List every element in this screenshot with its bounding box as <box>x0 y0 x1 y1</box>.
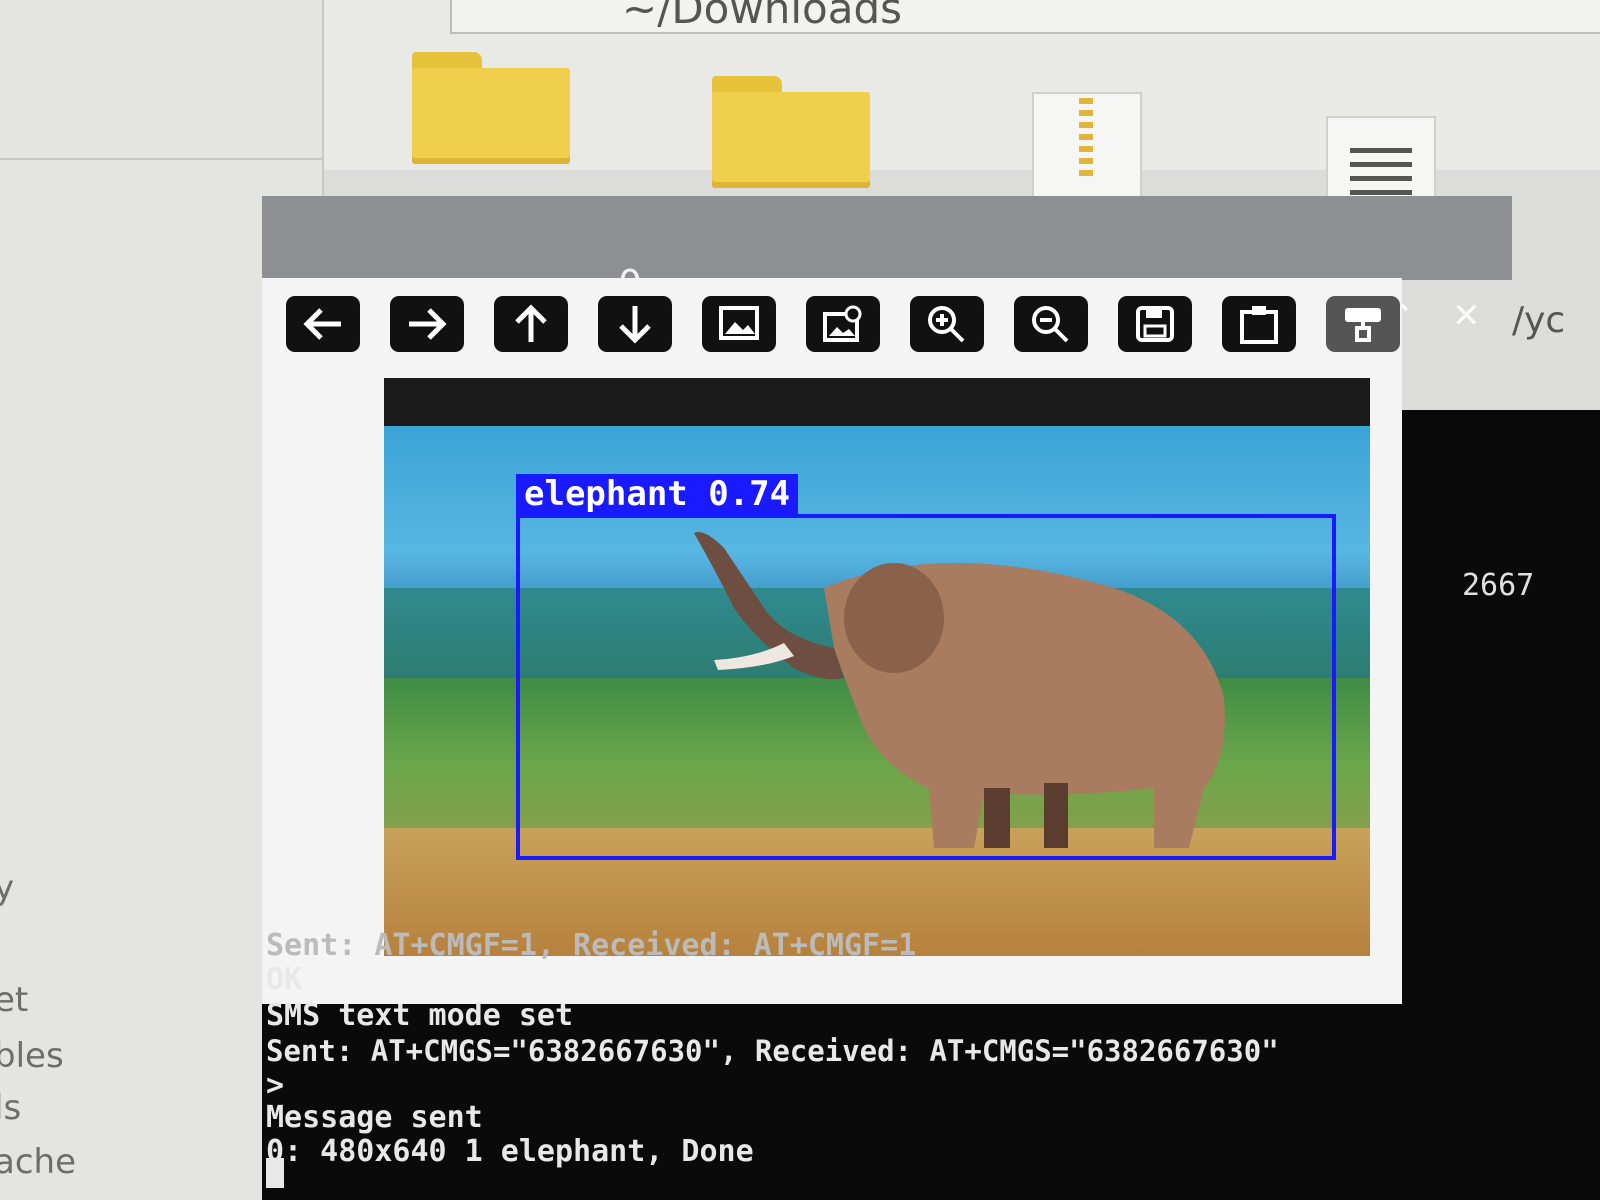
save-icon <box>1136 306 1174 342</box>
terminal-cursor <box>266 1158 284 1188</box>
image-properties-button[interactable] <box>806 296 880 352</box>
arrow-down-icon <box>619 306 651 344</box>
paint-button[interactable] <box>1326 296 1400 352</box>
image-person-icon <box>823 305 862 342</box>
back-button[interactable] <box>286 296 360 352</box>
path-bar[interactable]: ~/Downloads <box>450 0 1600 34</box>
zoom-out-icon <box>1032 306 1069 343</box>
paint-roller-icon <box>1345 308 1381 342</box>
path-fragment: /yc <box>1512 300 1566 341</box>
terminal-line: Message sent <box>266 1100 483 1135</box>
path-text: ~/Downloads <box>622 0 902 33</box>
zoom-in-icon <box>928 306 965 343</box>
zoom-in-button[interactable] <box>910 296 984 352</box>
sidebar-item[interactable]: bles <box>0 1036 64 1076</box>
arrow-right-icon <box>409 308 447 340</box>
detection-box <box>516 514 1336 860</box>
down-button[interactable] <box>598 296 672 352</box>
terminal-line: OK <box>266 962 303 997</box>
sidebar-divider <box>0 158 322 160</box>
sidebar-item[interactable]: et <box>0 980 28 1020</box>
terminal-line: Sent: AT+CMGF=1, Received: AT+CMGF=1 <box>266 928 917 963</box>
displayed-image: elephant 0.74 <box>384 378 1370 956</box>
terminal-line: SMS text mode set <box>266 998 574 1033</box>
clipboard-icon <box>1240 306 1278 344</box>
viewer-titlebar[interactable] <box>262 196 1512 280</box>
sidebar-item[interactable]: y <box>0 868 14 908</box>
up-button[interactable] <box>494 296 568 352</box>
terminal-panel <box>1402 410 1600 950</box>
close-icon[interactable]: ✕ <box>1452 296 1481 336</box>
terminal-line: > <box>266 1068 285 1103</box>
folder-icon[interactable] <box>712 76 870 188</box>
clipboard-button[interactable] <box>1222 296 1296 352</box>
arrow-left-icon <box>303 308 341 340</box>
arrow-up-icon <box>515 304 547 342</box>
terminal-fragment: 2667 <box>1462 568 1535 603</box>
save-button[interactable] <box>1118 296 1192 352</box>
zoom-out-button[interactable] <box>1014 296 1088 352</box>
folder-icon[interactable] <box>412 52 570 164</box>
forward-button[interactable] <box>390 296 464 352</box>
terminal-line: Sent: AT+CMGS="6382667630", Received: AT… <box>266 1034 1279 1068</box>
terminal-line: 0: 480x640 1 elephant, Done <box>266 1134 754 1169</box>
image-icon <box>719 306 759 340</box>
image-button[interactable] <box>702 296 776 352</box>
detection-label: elephant 0.74 <box>516 474 799 514</box>
sidebar-item[interactable]: ache <box>0 1142 76 1182</box>
sidebar-item[interactable]: ls <box>0 1088 21 1128</box>
